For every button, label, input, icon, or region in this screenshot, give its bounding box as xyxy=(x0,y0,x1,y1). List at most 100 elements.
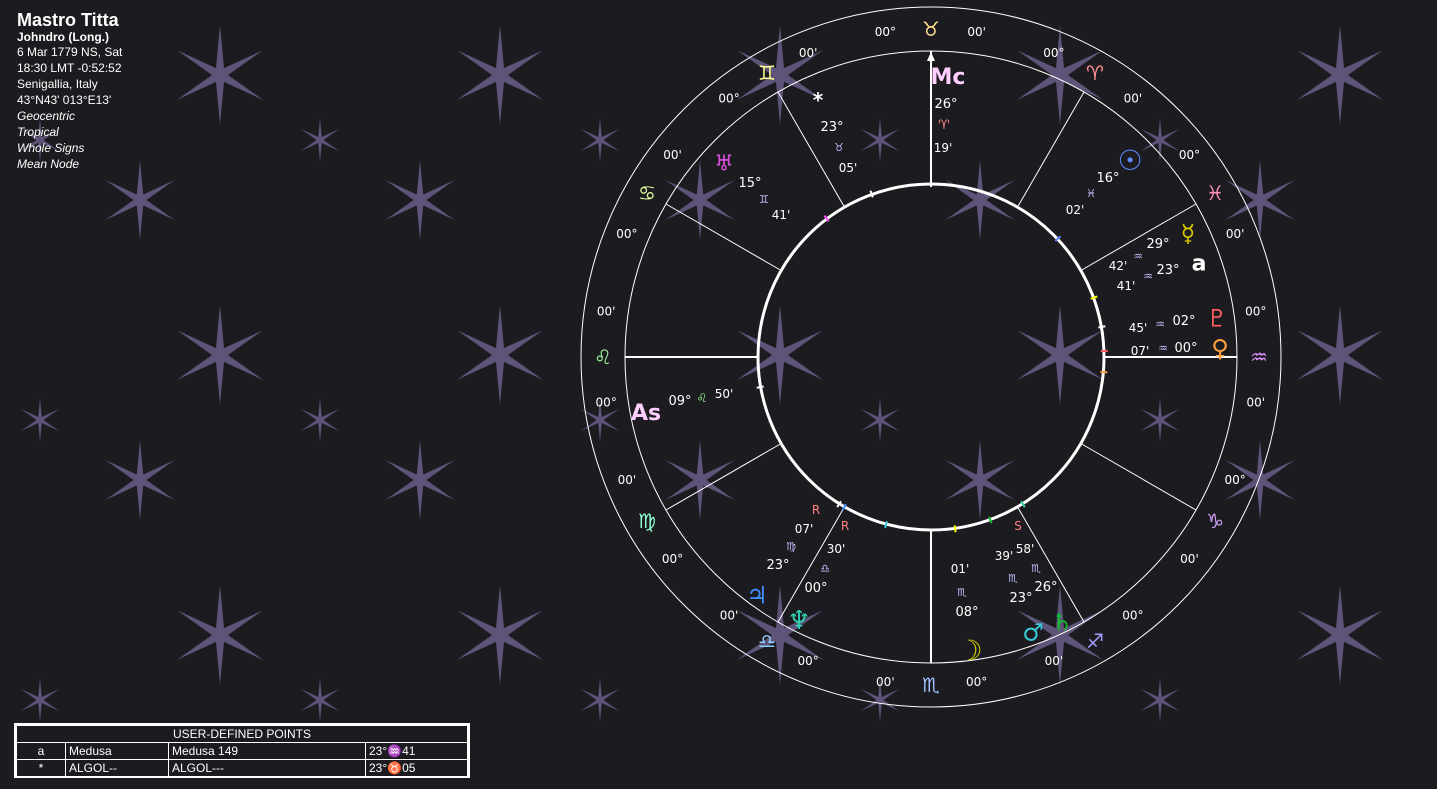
sign-cusp-degree: 00° xyxy=(797,654,818,668)
chart-wheel[interactable]: ♉ 00° 00' ♈ 00° 00' ♓ 00° 00' ♒ 00° 00' ♑ 00° 00' ♐ 00° 0… xyxy=(0,0,1437,789)
mercury-sign-icon: ♒ xyxy=(1133,250,1143,263)
sign-cusp-degree: 00° xyxy=(966,675,987,689)
sign-cusp-minute: 00' xyxy=(1226,227,1245,241)
sign-cusp-minute: 00' xyxy=(876,675,895,689)
sign-cusp-minute: 00' xyxy=(1247,396,1266,410)
algol-minute: 05' xyxy=(839,161,858,175)
algol-sign-icon: ♉ xyxy=(834,141,844,154)
udp-name: ALGOL-- xyxy=(65,759,169,777)
position-tick xyxy=(1100,370,1108,374)
moon-degree: 08° xyxy=(955,605,978,620)
medusa-glyph-icon: a xyxy=(1192,252,1207,277)
pisces-icon: ♓ xyxy=(1206,181,1224,205)
sign-cusp-degree: 00° xyxy=(1179,148,1200,162)
sign-cusp-minute: 00' xyxy=(720,608,739,622)
sign-cusp-degree: 00° xyxy=(1224,473,1245,487)
mc-sign-icon: ♈ xyxy=(938,118,950,133)
mercury-minute: 42' xyxy=(1109,259,1128,273)
position-tick xyxy=(953,525,957,533)
sun-degree: 16° xyxy=(1096,171,1119,186)
moon-sign-icon: ♏ xyxy=(957,586,967,599)
sun-minute: 02' xyxy=(1066,203,1085,217)
position-tick xyxy=(756,385,764,389)
uranus-glyph-icon: ♅ xyxy=(714,152,734,177)
sign-cusp-degree: 00° xyxy=(1122,608,1143,622)
inner-ring xyxy=(756,182,1106,532)
sign-cusp-degree: 00° xyxy=(662,552,683,566)
house-cusp-line xyxy=(1080,443,1197,511)
mercury-glyph-icon: ☿ xyxy=(1181,219,1196,247)
position-tick xyxy=(1098,325,1106,329)
uranus-sign-icon: ♊ xyxy=(759,193,769,206)
venus-glyph-icon: ♀ xyxy=(1211,334,1229,362)
algol-glyph-icon: * xyxy=(813,88,824,112)
taurus-icon: ♉ xyxy=(922,17,940,41)
udp-symbol: * xyxy=(16,759,66,777)
saturn-degree: 26° xyxy=(1034,580,1057,595)
moon-glyph-icon: ☽ xyxy=(957,634,982,667)
jupiter-sign-icon: ♍ xyxy=(786,540,796,553)
jupiter-retro-marker: R xyxy=(812,503,820,517)
sign-cusp-minute: 00' xyxy=(1045,654,1064,668)
mc-degree: 26° xyxy=(934,97,957,112)
virgo-icon: ♍ xyxy=(638,509,656,533)
neptune-sign-icon: ♎ xyxy=(820,562,830,575)
neptune-glyph-icon: ♆ xyxy=(787,606,810,636)
table-row: a Medusa Medusa 149 23°♒41 xyxy=(16,742,468,760)
venus-sign-icon: ♒ xyxy=(1158,342,1168,355)
uranus-minute: 41' xyxy=(772,208,791,222)
saturn-retro-marker: S xyxy=(1014,519,1022,533)
sign-cusp-minute: 00' xyxy=(618,473,637,487)
saturn-minute: 58' xyxy=(1016,542,1035,556)
leo-icon: ♌ xyxy=(594,345,612,369)
asc-minute: 50' xyxy=(715,387,734,401)
neptune-degree: 00° xyxy=(804,581,827,596)
algol-degree: 23° xyxy=(820,120,843,135)
pluto-minute: 45' xyxy=(1129,321,1148,335)
medusa-minute: 41' xyxy=(1117,279,1136,293)
udp-full-name: ALGOL--- xyxy=(168,759,366,777)
table-row: * ALGOL-- ALGOL--- 23°♉05 xyxy=(16,759,468,777)
medusa-degree: 23° xyxy=(1156,263,1179,278)
neptune-retro-marker: R xyxy=(841,519,849,533)
udp-header: USER-DEFINED POINTS xyxy=(16,725,468,743)
sagittarius-icon: ♐ xyxy=(1086,629,1104,653)
asc-label: As xyxy=(631,401,661,426)
pluto-degree: 02° xyxy=(1172,314,1195,329)
house-cusp-line xyxy=(665,203,782,271)
venus-minute: 07' xyxy=(1131,344,1150,358)
pluto-sign-icon: ♒ xyxy=(1155,318,1165,331)
sign-cusp-minute: 00' xyxy=(663,148,682,162)
mars-glyph-icon: ♂ xyxy=(1022,618,1044,646)
sign-cusp-minute: 00' xyxy=(799,46,818,60)
mercury-degree: 29° xyxy=(1146,237,1169,252)
sign-cusp-degree: 00° xyxy=(1245,304,1266,318)
udp-position: 23°♒41 xyxy=(365,742,468,760)
sign-cusp-minute: 00' xyxy=(597,304,616,318)
mars-minute: 39' xyxy=(995,549,1014,563)
neptune-minute: 30' xyxy=(827,542,846,556)
sign-cusp-minute: 00' xyxy=(1124,92,1143,106)
jupiter-minute: 07' xyxy=(795,522,814,536)
jupiter-glyph-icon: ♃ xyxy=(746,581,768,609)
gemini-icon: ♊ xyxy=(758,61,776,85)
scorpio-icon: ♏ xyxy=(922,673,940,697)
mars-degree: 23° xyxy=(1009,591,1032,606)
aries-icon: ♈ xyxy=(1086,61,1104,85)
mc-label: Mc xyxy=(931,65,966,90)
sun-sign-icon: ♓ xyxy=(1086,187,1096,200)
sun-glyph-icon: ☉ xyxy=(1117,144,1142,177)
sign-cusp-degree: 00° xyxy=(616,227,637,241)
sign-cusp-minute: 00' xyxy=(1180,552,1199,566)
udp-name: Medusa xyxy=(65,742,169,760)
uranus-degree: 15° xyxy=(738,176,761,191)
asc-degree: 09° xyxy=(668,394,691,409)
pluto-glyph-icon: ♇ xyxy=(1206,304,1228,332)
venus-degree: 00° xyxy=(1174,341,1197,356)
udp-position: 23°♉05 xyxy=(365,759,468,777)
user-defined-points-table: USER-DEFINED POINTS a Medusa Medusa 149 … xyxy=(14,723,470,778)
sign-cusp-degree: 00° xyxy=(596,396,617,410)
jupiter-degree: 23° xyxy=(766,558,789,573)
medusa-sign-icon: ♒ xyxy=(1143,270,1153,283)
libra-icon: ♎ xyxy=(758,629,776,653)
